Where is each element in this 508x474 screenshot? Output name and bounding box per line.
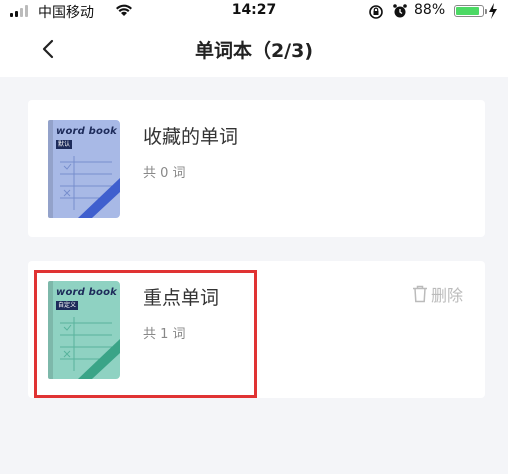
wordbook-count: 共 0 词 xyxy=(143,166,186,181)
back-button[interactable] xyxy=(36,36,62,62)
alarm-icon xyxy=(393,4,407,18)
battery-icon xyxy=(454,5,487,17)
rotation-lock-icon xyxy=(369,5,383,19)
wordbook-count: 共 1 词 xyxy=(143,327,186,342)
battery-level-fill xyxy=(456,7,479,15)
wordbook-card-key-words[interactable]: word book 自定义 重点单词 共 1 词 删除 xyxy=(28,261,485,398)
wordbook-cover: word book 自定义 xyxy=(48,281,120,379)
cover-tag: 默认 xyxy=(56,140,73,149)
chevron-left-icon[interactable] xyxy=(36,36,62,62)
cover-tag: 自定义 xyxy=(56,301,79,310)
wordbook-card-favorites[interactable]: word book 默认 收藏的单词 共 0 词 xyxy=(28,100,485,237)
nav-bar: 单词本（2/3) xyxy=(0,22,508,77)
status-bar: 中国移动 14:27 88% xyxy=(0,0,508,22)
delete-button[interactable]: 删除 xyxy=(412,283,463,305)
wordbook-name: 重点单词 xyxy=(143,287,220,309)
charging-icon xyxy=(489,3,497,19)
cover-title: word book xyxy=(56,126,118,137)
battery-percent: 88% xyxy=(414,2,446,18)
wordbook-cover: word book 默认 xyxy=(48,120,120,218)
delete-label[interactable]: 删除 xyxy=(431,282,463,306)
wordbook-name: 收藏的单词 xyxy=(143,126,239,148)
trash-icon[interactable] xyxy=(412,285,428,303)
page-title: 单词本（2/3) xyxy=(194,40,314,62)
cover-title: word book xyxy=(56,287,118,298)
